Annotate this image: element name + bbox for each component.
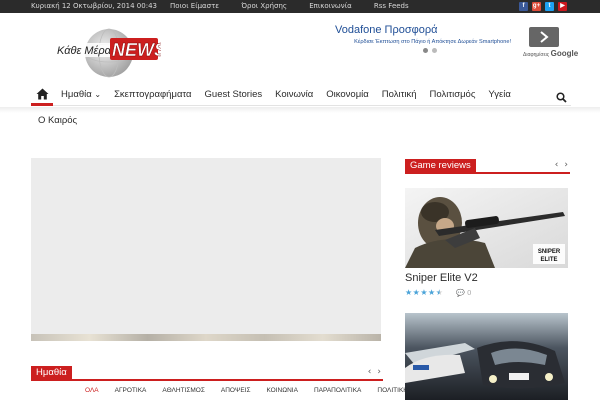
featured-slider[interactable]: [31, 158, 381, 341]
slider-thumbnail-strip: [31, 334, 381, 341]
star-icon: ★: [428, 288, 436, 297]
star-icon: ★: [405, 288, 413, 297]
home-icon: [36, 88, 48, 99]
sniper-elite-image: SNIPER ELITE: [405, 188, 568, 268]
section-header-game-reviews: Game reviews ‹ ›: [405, 159, 570, 174]
post-title[interactable]: Sniper Elite V2: [405, 272, 478, 284]
chevron-right-icon: [540, 31, 549, 43]
category-athlitismos[interactable]: ΑΘΛΗΤΙΣΜΟΣ: [162, 387, 204, 394]
category-parapolitika[interactable]: ΠΑΡΑΠΟΛΙΤΙΚΑ: [314, 387, 361, 394]
youtube-icon[interactable]: ▶: [558, 2, 567, 11]
nav-item-koinonia[interactable]: Κοινωνία: [275, 89, 313, 100]
ad-google-word: Google: [550, 49, 579, 58]
category-filter: ΟΛΑ ΑΓΡΟΤΙΚΑ ΑΘΛΗΤΙΣΜΟΣ ΑΠΟΨΕΙΣ ΚΟΙΝΩΝΙΑ…: [85, 387, 408, 394]
star-icon: ★: [420, 288, 429, 297]
chevron-down-icon: ⌄: [94, 90, 102, 99]
nav-item-label: Ημαθία: [61, 89, 92, 100]
ad-dot-1[interactable]: [423, 48, 428, 53]
nav-item-kairos[interactable]: Ο Καιρός: [38, 115, 77, 126]
ad-google-prefix: Διαφημίσεις: [523, 52, 550, 58]
twitter-icon[interactable]: t: [545, 2, 554, 11]
social-links: f g+ t ▶: [519, 2, 567, 11]
post-thumbnail-sniper-elite[interactable]: SNIPER ELITE: [405, 188, 568, 268]
top-link-rss[interactable]: Rss Feeds: [374, 2, 409, 10]
section-title: Ημαθία: [31, 366, 72, 381]
section-title: Game reviews: [405, 159, 476, 174]
sniper-elite-logo-line2: ELITE: [540, 257, 557, 263]
chevron-left-icon[interactable]: ‹: [368, 367, 372, 377]
logo-prefix: Κάθε Μέρα: [57, 45, 112, 57]
post-thumbnail-racing[interactable]: [405, 313, 568, 400]
chevron-left-icon[interactable]: ‹: [555, 160, 559, 170]
section-arrows: ‹ ›: [368, 367, 381, 377]
ad-google-label: Διαφημίσεις Google: [523, 49, 578, 58]
chevron-right-icon[interactable]: ›: [377, 367, 381, 377]
google-plus-icon[interactable]: g+: [532, 2, 541, 11]
current-date: Κυριακή 12 Οκτωβρίου, 2014 00:43: [31, 2, 157, 10]
category-koinonia[interactable]: ΚΟΙΝΩΝΙΑ: [267, 387, 298, 394]
facebook-icon[interactable]: f: [519, 2, 528, 11]
search-button[interactable]: [556, 88, 567, 107]
chevron-right-icon[interactable]: ›: [564, 160, 568, 170]
home-button[interactable]: [31, 84, 53, 106]
nav-item-politismos[interactable]: Πολιτισμός: [430, 89, 476, 100]
advertisement[interactable]: Vodafone Προσφορά Κέρδισε Έκπτωση στο Πά…: [333, 22, 578, 60]
category-all[interactable]: ΟΛΑ: [85, 387, 99, 394]
ad-dot-2[interactable]: [432, 48, 437, 53]
top-links: Ποιοι Είμαστε Όροι Χρήσης Επικοινωνία Rs…: [170, 2, 429, 10]
comment-icon: 💬: [456, 289, 465, 297]
comment-count[interactable]: 💬 0: [456, 289, 471, 297]
ad-subtitle[interactable]: Κέρδισε Έκπτωση στο Πάγιο ή Απόκτησε Δωρ…: [325, 39, 511, 45]
nav-item-guest-stories[interactable]: Guest Stories: [205, 89, 263, 100]
nav-item-oikonomia[interactable]: Οικονομία: [326, 89, 369, 100]
category-politiki[interactable]: ΠΟΛΙΤΙΚΗ: [377, 387, 408, 394]
sniper-elite-logo-line1: SNIPER: [538, 249, 561, 255]
nav-item-imathia[interactable]: Ημαθία ⌄: [61, 89, 101, 100]
ad-pager: [423, 48, 437, 53]
search-icon: [556, 92, 567, 103]
star-rating: ★★★★★: [405, 288, 443, 297]
star-half-icon: ★: [435, 288, 444, 297]
nav-shadow: [0, 107, 600, 113]
nav-item-skeptografimata[interactable]: Σκεπτογραφήματα: [114, 89, 191, 100]
category-agrotika[interactable]: ΑΓΡΟΤΙΚΑ: [115, 387, 147, 394]
ad-next-button[interactable]: [529, 27, 559, 47]
nav-items: Ημαθία ⌄ Σκεπτογραφήματα Guest Stories Κ…: [61, 89, 511, 100]
racing-game-image: [405, 313, 568, 400]
category-apopseis[interactable]: ΑΠΟΨΕΙΣ: [221, 387, 251, 394]
top-link-contact[interactable]: Επικοινωνία: [309, 2, 351, 10]
top-bar: Κυριακή 12 Οκτωβρίου, 2014 00:43 Ποιοι Ε…: [0, 0, 600, 13]
comment-count-value: 0: [466, 289, 472, 297]
logo-graphic: Κάθε Μέρα NEWS: [55, 28, 166, 78]
section-arrows: ‹ ›: [555, 160, 568, 170]
top-link-about[interactable]: Ποιοι Είμαστε: [170, 2, 219, 10]
site-logo[interactable]: Κάθε Μέρα NEWS: [53, 28, 166, 78]
section-header-imathia: Ημαθία ‹ ›: [31, 366, 383, 381]
nav-item-ygeia[interactable]: Υγεία: [488, 89, 510, 100]
ad-title[interactable]: Vodafone Προσφορά: [335, 24, 438, 36]
main-nav: Ημαθία ⌄ Σκεπτογραφήματα Guest Stories Κ…: [31, 84, 571, 106]
top-link-terms[interactable]: Όροι Χρήσης: [241, 2, 287, 10]
logo-word: NEWS: [112, 40, 161, 60]
nav-item-politiki[interactable]: Πολιτική: [382, 89, 417, 100]
